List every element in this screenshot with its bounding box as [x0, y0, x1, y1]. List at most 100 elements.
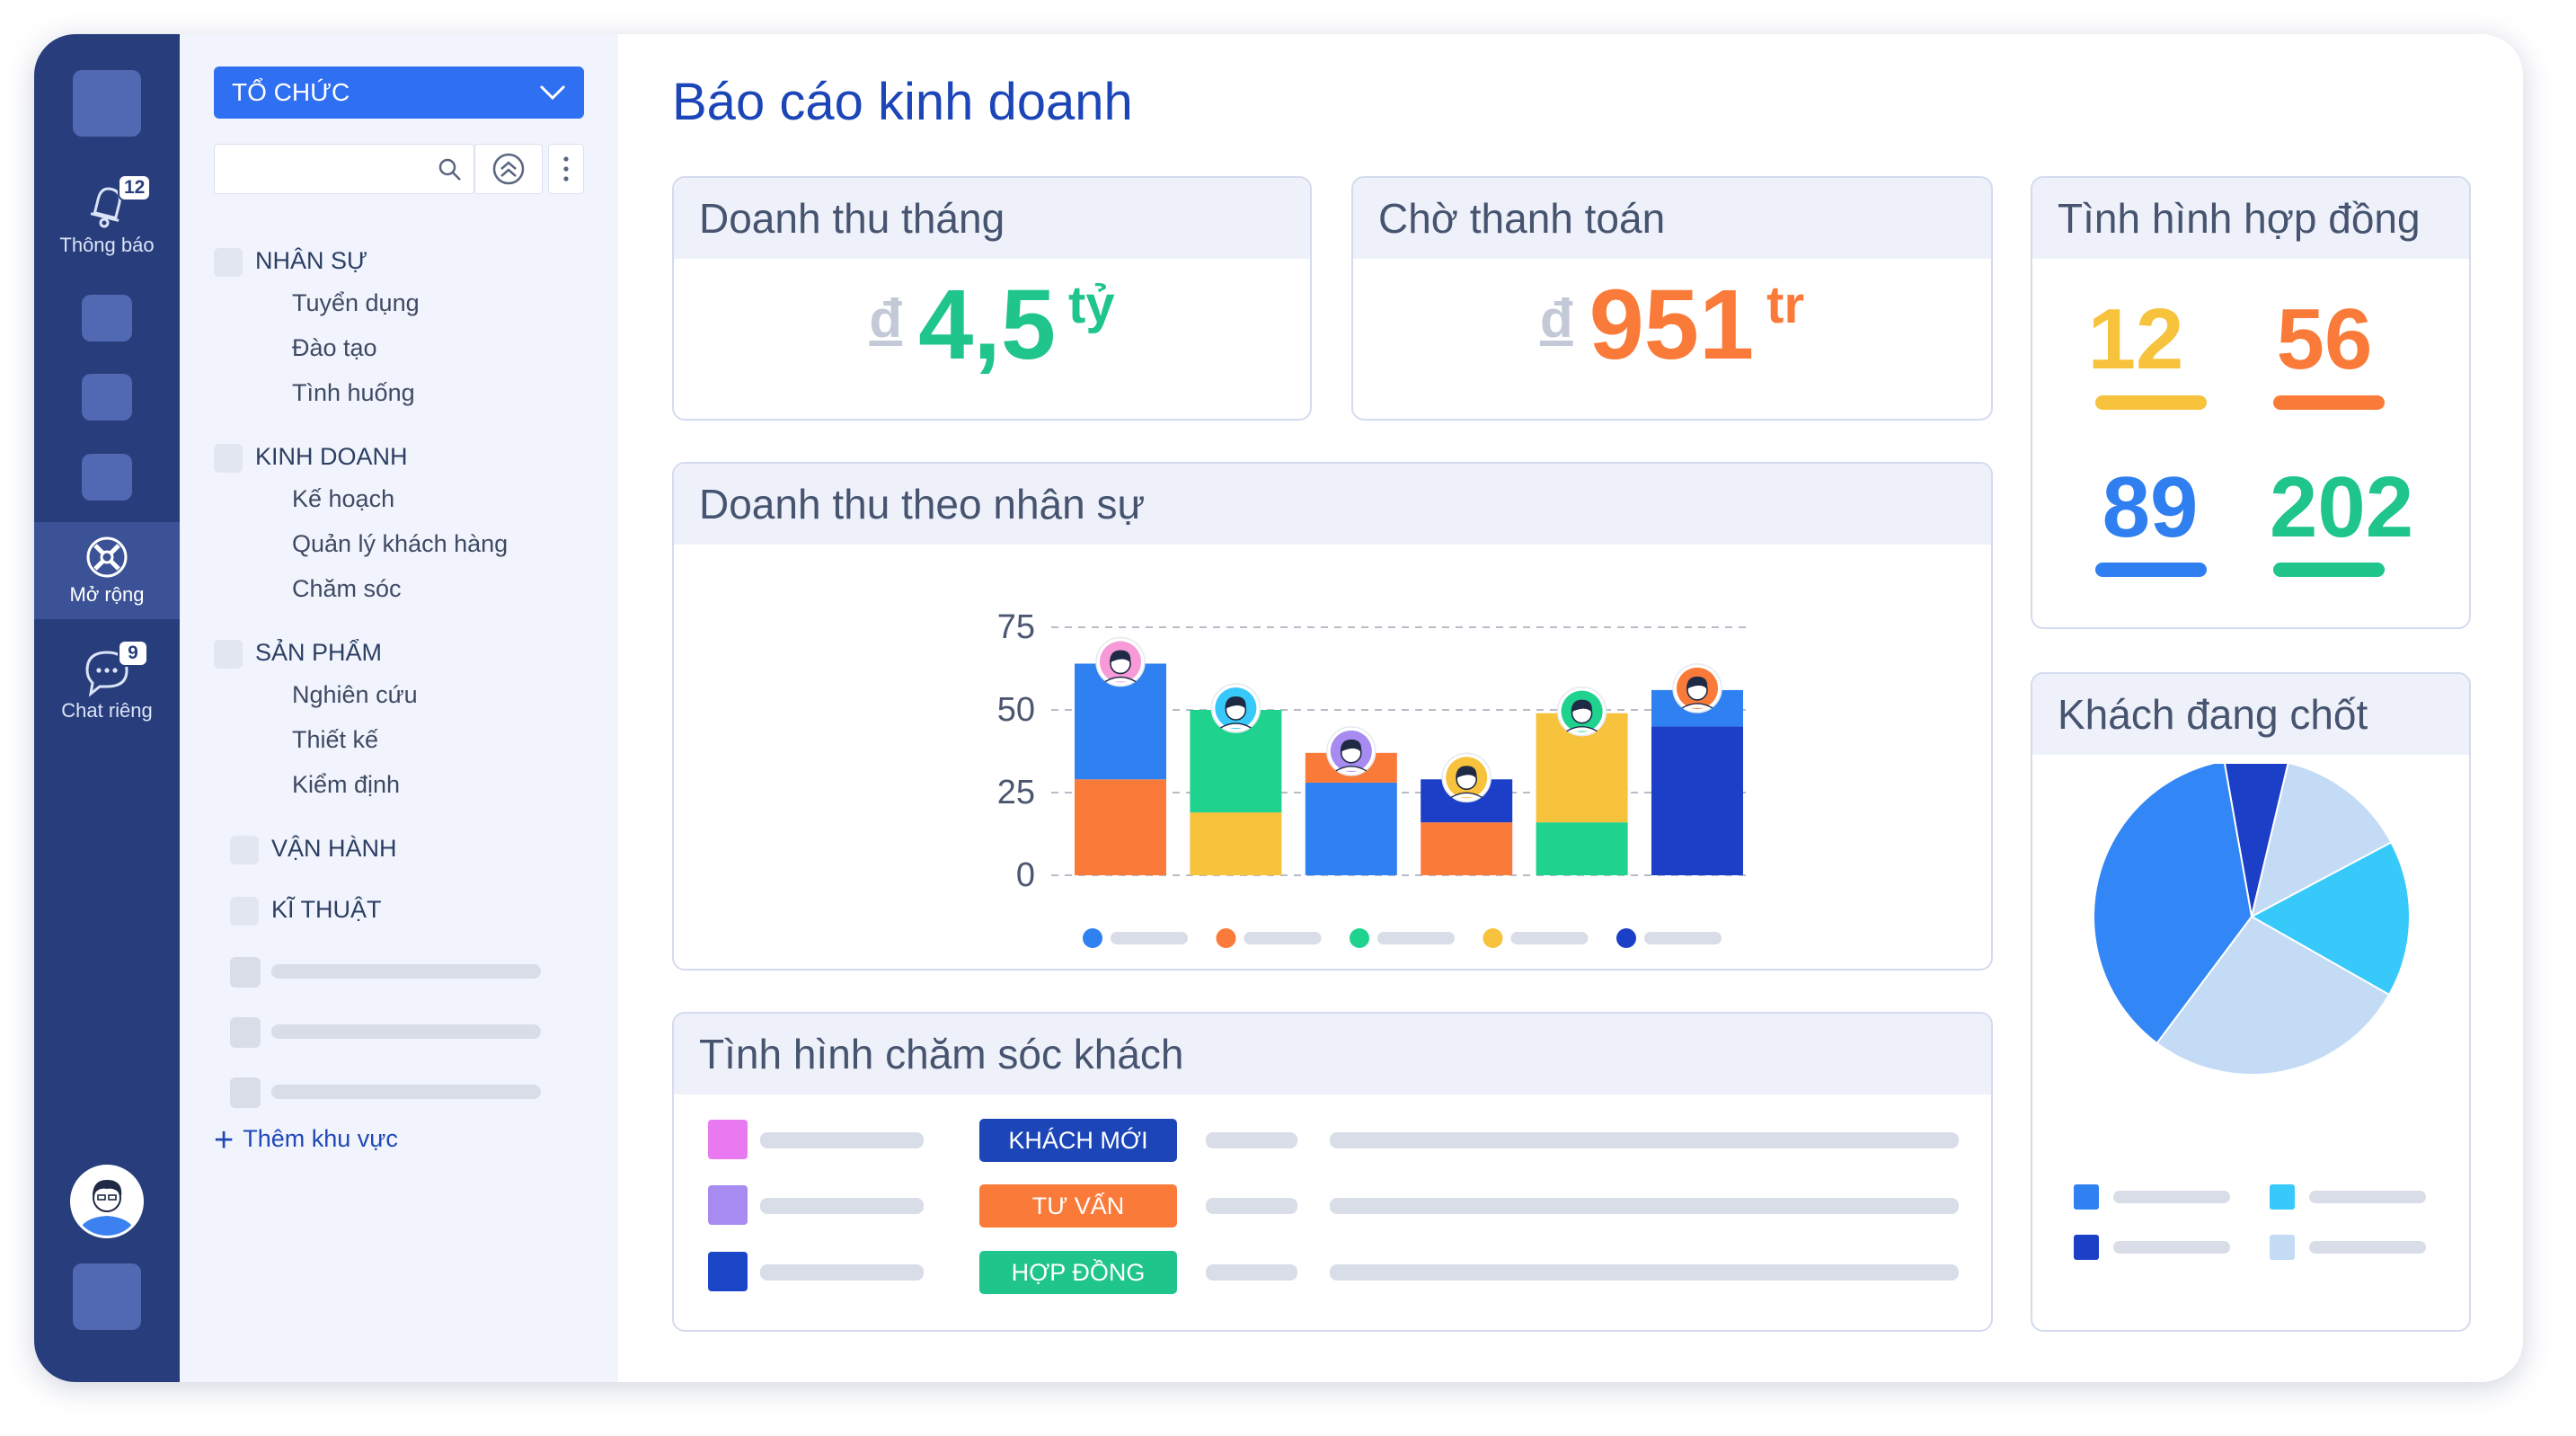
rail-bottom-placeholder[interactable]: [73, 1263, 141, 1330]
contract-stat-bar: [2273, 395, 2385, 410]
more-options-button[interactable]: [548, 144, 584, 194]
card-title: Tình hình chăm sóc khách: [674, 1014, 1991, 1095]
category-product[interactable]: SẢN PHẨM: [214, 636, 382, 669]
search-input[interactable]: [214, 144, 474, 194]
status-badge-contract[interactable]: HỢP ĐỒNG: [979, 1251, 1177, 1294]
card-title: Doanh thu theo nhân sự: [674, 464, 1991, 545]
contract-stat-bar: [2273, 563, 2385, 577]
placeholder-line: [760, 1264, 924, 1281]
category-checkbox[interactable]: [214, 247, 243, 277]
rail-notifications[interactable]: 12 Thông báo: [34, 174, 180, 257]
placeholder-line: [2113, 1191, 2230, 1203]
notifications-label: Thông báo: [59, 234, 155, 256]
category-checkbox[interactable]: [230, 835, 259, 864]
bar-segment: [1421, 822, 1513, 875]
sidebar-item-plan[interactable]: Kế hoạch: [292, 485, 394, 513]
placeholder-checkbox: [230, 1077, 261, 1108]
pie-legend-swatch: [2074, 1235, 2099, 1260]
placeholder-line: [760, 1132, 924, 1148]
sidebar-item-research[interactable]: Nghiên cứu: [292, 681, 418, 709]
legend-placeholder: [1510, 932, 1589, 944]
revenue-month-card: Doanh thu tháng đ 4,5 tỷ: [672, 176, 1312, 421]
bar-segment: [1190, 812, 1282, 875]
extend-icon: [86, 536, 128, 578]
legend-dot: [1483, 928, 1503, 948]
search-icon: [438, 158, 461, 181]
placeholder-line: [271, 1024, 541, 1039]
app-logo-placeholder[interactable]: [73, 70, 141, 137]
sidebar-item-situations[interactable]: Tình huống: [292, 379, 415, 407]
organization-select[interactable]: TỔ CHỨC: [214, 66, 584, 119]
care-row-swatch: [708, 1185, 748, 1225]
rail-item-placeholder[interactable]: [82, 454, 132, 501]
app-rail: 12 Thông báo Mở rộng 9 Chat riêng: [34, 34, 180, 1382]
y-tick-label: 75: [997, 608, 1035, 646]
rail-extend[interactable]: Mở rộng: [34, 522, 180, 619]
category-label: KĨ THUẬT: [271, 896, 382, 923]
rail-item-placeholder[interactable]: [82, 374, 132, 421]
rail-chat[interactable]: 9 Chat riêng: [34, 640, 180, 722]
y-tick-label: 25: [997, 774, 1035, 811]
kebab-menu-icon: [563, 156, 569, 182]
category-hr[interactable]: NHÂN SỰ: [214, 244, 367, 277]
status-badge-new[interactable]: KHÁCH MỚI: [979, 1119, 1177, 1162]
care-row-swatch: [708, 1120, 748, 1159]
user-avatar[interactable]: [70, 1165, 144, 1238]
placeholder-checkbox: [230, 957, 261, 988]
category-checkbox[interactable]: [230, 896, 259, 926]
sidebar-item-design[interactable]: Thiết kế: [292, 726, 378, 754]
contract-stat-bar: [2095, 563, 2207, 577]
pending-payment-card: Chờ thanh toán đ 951 tr: [1351, 176, 1993, 421]
sidebar-item-care[interactable]: Chăm sóc: [292, 575, 402, 603]
add-area-label: Thêm khu vực: [243, 1125, 398, 1152]
placeholder-line: [1206, 1198, 1297, 1214]
customer-care-card: Tình hình chăm sóc khách KHÁCH MỚI TƯ VẤ…: [672, 1012, 1993, 1332]
sidebar-item-recruitment[interactable]: Tuyển dụng: [292, 289, 420, 317]
chat-count-badge: 9: [118, 640, 148, 667]
category-checkbox[interactable]: [214, 639, 243, 669]
y-tick-label: 0: [1016, 856, 1035, 894]
legend-dot: [1350, 928, 1369, 948]
placeholder-line: [760, 1198, 924, 1214]
closing-customers-card: Khách đang chốt: [2031, 672, 2471, 1332]
placeholder-line: [2309, 1241, 2426, 1254]
category-label: SẢN PHẨM: [255, 639, 383, 666]
bar-segment: [1075, 779, 1166, 875]
legend-placeholder: [1244, 932, 1322, 944]
placeholder-line: [1206, 1132, 1297, 1148]
plus-icon: +: [214, 1121, 235, 1159]
collapse-button[interactable]: [474, 144, 543, 194]
navigation-sidebar: TỔ CHỨC NHÂN SỰ Tuyển dụng Đào tạo Tình …: [180, 34, 618, 1382]
placeholder-line: [2309, 1191, 2426, 1203]
closing-customers-pie: [2093, 764, 2411, 1076]
pie-legend-swatch: [2270, 1235, 2295, 1260]
legend-placeholder: [1111, 932, 1188, 944]
card-title: Chờ thanh toán: [1353, 178, 1991, 259]
category-sales[interactable]: KINH DOANH: [214, 440, 408, 473]
revenue-by-staff-card: Doanh thu theo nhân sự 75 50 25 0: [672, 462, 1993, 971]
chat-label: Chat riêng: [61, 699, 153, 722]
sidebar-item-inspection[interactable]: Kiểm định: [292, 771, 400, 799]
category-label: NHÂN SỰ: [255, 247, 368, 274]
sidebar-item-training[interactable]: Đào tạo: [292, 334, 377, 362]
rail-item-placeholder[interactable]: [82, 295, 132, 341]
category-checkbox[interactable]: [214, 443, 243, 473]
placeholder-line: [1330, 1198, 1959, 1214]
legend-dot: [1216, 928, 1236, 948]
notification-count-badge: 12: [118, 174, 152, 201]
sidebar-item-customer-management[interactable]: Quản lý khách hàng: [292, 530, 508, 558]
placeholder-line: [1206, 1264, 1297, 1281]
legend-placeholder: [1377, 932, 1455, 944]
category-engineering[interactable]: KĨ THUẬT: [230, 893, 382, 926]
status-badge-consult[interactable]: TƯ VẤN: [979, 1184, 1177, 1228]
contract-stat-value: 89: [2102, 459, 2199, 555]
placeholder-line: [2113, 1241, 2230, 1254]
y-tick-label: 50: [997, 691, 1035, 729]
pending-value: 951: [1589, 270, 1755, 380]
pie-legend-swatch: [2074, 1184, 2099, 1210]
legend-placeholder: [1644, 932, 1722, 944]
pending-unit: tr: [1766, 276, 1805, 334]
extend-label: Mở rộng: [69, 583, 145, 606]
add-area-button[interactable]: + Thêm khu vực: [214, 1121, 398, 1160]
category-operations[interactable]: VẬN HÀNH: [230, 832, 397, 864]
